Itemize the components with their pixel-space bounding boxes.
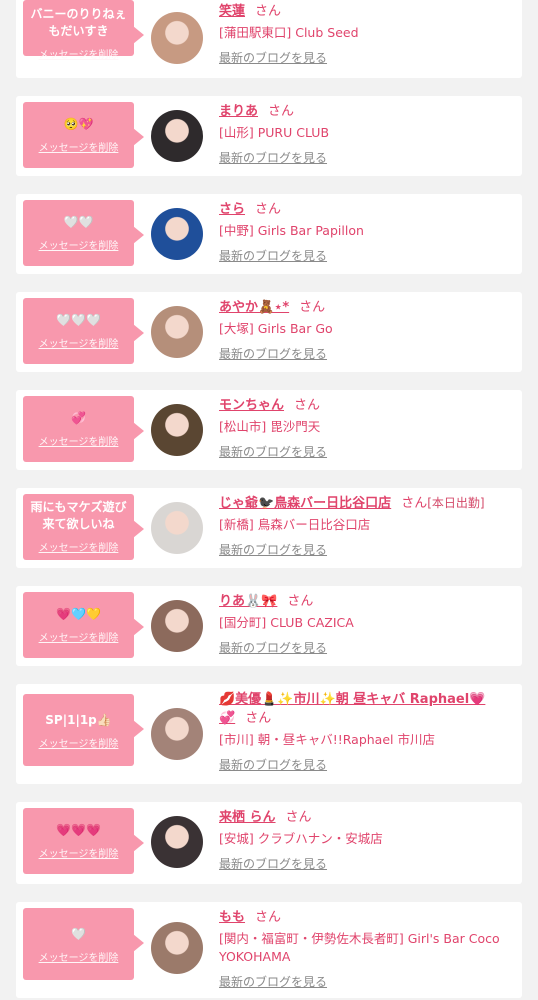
message-bubble: 💞 メッセージを削除 [23,396,144,462]
message-bubble: 雨にもマケズ遊び 来て欲しいね メッセージを削除 [23,494,144,560]
list-item: 🤍 メッセージを削除 もも さん [関内・福富町・伊勢佐木長者町] Girl's … [16,902,522,998]
message-bubble: 🥺💖 メッセージを削除 [23,102,144,168]
message-text: 💗🩵💛 [56,607,101,621]
list-item: 🤍🤍 メッセージを削除 さら さん [中野] Girls Bar Papillon… [16,194,522,274]
avatar[interactable] [151,600,203,652]
honorific: さん [255,4,282,19]
delete-message-link[interactable]: メッセージを削除 [23,433,134,448]
message-bubble: SP|1|1p👍🏻 メッセージを削除 [23,694,144,766]
blog-link[interactable]: 最新のブログを見る [219,639,516,656]
message-text: 💞 [71,411,86,425]
message-text: 🤍🤍🤍 [56,313,101,327]
honorific: さん [285,810,312,825]
list-item: バニーのりりねぇ もだいすき メッセージを削除 笑蓮 さん [蒲田駅東口] Clu… [16,0,522,78]
message-text: 🤍🤍 [63,215,94,229]
blog-link[interactable]: 最新のブログを見る [219,756,516,773]
delete-message-link[interactable]: メッセージを削除 [23,46,134,61]
shop-link[interactable]: [松山市] 毘沙門天 [219,418,516,436]
avatar[interactable] [151,708,203,760]
list-item: 💗💗💗 メッセージを削除 来栖 らん さん [安城] クラブハナン・安城店 最新の… [16,802,522,884]
message-text: 🥺💖 [63,117,94,131]
delete-message-link[interactable]: メッセージを削除 [23,735,134,750]
honorific: さん [287,594,314,609]
blog-link[interactable]: 最新のブログを見る [219,247,516,264]
list-item: 雨にもマケズ遊び 来て欲しいね メッセージを削除 じゃ爺🐦‍⬛鳥森バー日比谷口店… [16,488,522,568]
shop-link[interactable]: [関内・福富町・伊勢佐木長者町] Girl's Bar Coco YOKOHAM… [219,930,516,966]
delete-message-link[interactable]: メッセージを削除 [23,335,134,350]
shop-link[interactable]: [市川] 朝・昼キャバ!!Raphael 市川店 [219,731,516,749]
list-item: SP|1|1p👍🏻 メッセージを削除 💋美優💄✨市川✨朝 昼キャバ Raphae… [16,684,522,784]
list-item: 💗🩵💛 メッセージを削除 りあ🐰🎀 さん [国分町] CLUB CAZICA 最新… [16,586,522,666]
delete-message-link[interactable]: メッセージを削除 [23,845,134,860]
shop-link[interactable]: [新橋] 鳥森バー日比谷口店 [219,516,516,534]
blog-link[interactable]: 最新のブログを見る [219,855,516,872]
honorific: さん [294,398,321,413]
honorific: さん [401,496,428,511]
shop-link[interactable]: [山形] PURU CLUB [219,124,516,142]
shop-link[interactable]: [蒲田駅東口] Club Seed [219,24,516,42]
avatar[interactable] [151,306,203,358]
delete-message-link[interactable]: メッセージを削除 [23,949,134,964]
blog-link[interactable]: 最新のブログを見る [219,443,516,460]
honorific: さん [245,711,272,726]
delete-message-link[interactable]: メッセージを削除 [23,237,134,252]
message-bubble: 🤍🤍🤍 メッセージを削除 [23,298,144,364]
cast-name-link[interactable]: モンちゃん [219,398,284,413]
cast-name-link[interactable]: もも [219,910,245,925]
message-text: 💗💗💗 [56,823,101,837]
honorific: さん [299,300,326,315]
cast-name-link[interactable]: あやか🧸⋆* [219,300,289,315]
status-badge: [本日出勤] [427,496,485,510]
message-text: バニーのりりねぇ もだいすき [30,7,127,38]
shop-link[interactable]: [中野] Girls Bar Papillon [219,222,516,240]
cast-name-link[interactable]: 来栖 らん [219,810,276,825]
blog-link[interactable]: 最新のブログを見る [219,973,516,990]
message-bubble: 🤍🤍 メッセージを削除 [23,200,144,266]
avatar[interactable] [151,404,203,456]
shop-link[interactable]: [国分町] CLUB CAZICA [219,614,516,632]
message-text: 雨にもマケズ遊び 来て欲しいね [30,500,127,531]
blog-link[interactable]: 最新のブログを見る [219,49,516,66]
message-bubble: 🤍 メッセージを削除 [23,908,144,980]
delete-message-link[interactable]: メッセージを削除 [23,139,134,154]
message-bubble: バニーのりりねぇ もだいすき メッセージを削除 [23,0,144,61]
blog-link[interactable]: 最新のブログを見る [219,541,516,558]
cast-name-link[interactable]: 笑蓮 [219,4,245,19]
message-text: 🤍 [71,927,86,941]
list-item: 🥺💖 メッセージを削除 まりあ さん [山形] PURU CLUB 最新のブログを… [16,96,522,176]
cast-name-link[interactable]: まりあ [219,104,258,119]
blog-link[interactable]: 最新のブログを見る [219,345,516,362]
honorific: さん [255,910,282,925]
honorific: さん [255,202,282,217]
list-item: 💞 メッセージを削除 モンちゃん さん [松山市] 毘沙門天 最新のブログを見る [16,390,522,470]
blog-link[interactable]: 最新のブログを見る [219,149,516,166]
avatar[interactable] [151,502,203,554]
message-text: SP|1|1p👍🏻 [45,713,112,727]
avatar[interactable] [151,922,203,974]
honorific: さん [268,104,295,119]
shop-link[interactable]: [大塚] Girls Bar Go [219,320,516,338]
avatar[interactable] [151,110,203,162]
list-item: 🤍🤍🤍 メッセージを削除 あやか🧸⋆* さん [大塚] Girls Bar Go … [16,292,522,372]
cast-name-link[interactable]: さら [219,202,245,217]
avatar[interactable] [151,208,203,260]
avatar[interactable] [151,816,203,868]
delete-message-link[interactable]: メッセージを削除 [23,539,134,554]
cast-name-link[interactable]: りあ🐰🎀 [219,594,277,609]
cast-name-link[interactable]: じゃ爺🐦‍⬛鳥森バー日比谷口店 [219,496,391,511]
message-bubble: 💗🩵💛 メッセージを削除 [23,592,144,658]
message-bubble: 💗💗💗 メッセージを削除 [23,808,144,874]
avatar[interactable] [151,12,203,64]
delete-message-link[interactable]: メッセージを削除 [23,629,134,644]
shop-link[interactable]: [安城] クラブハナン・安城店 [219,830,516,848]
favorites-list: バニーのりりねぇ もだいすき メッセージを削除 笑蓮 さん [蒲田駅東口] Clu… [0,0,538,998]
